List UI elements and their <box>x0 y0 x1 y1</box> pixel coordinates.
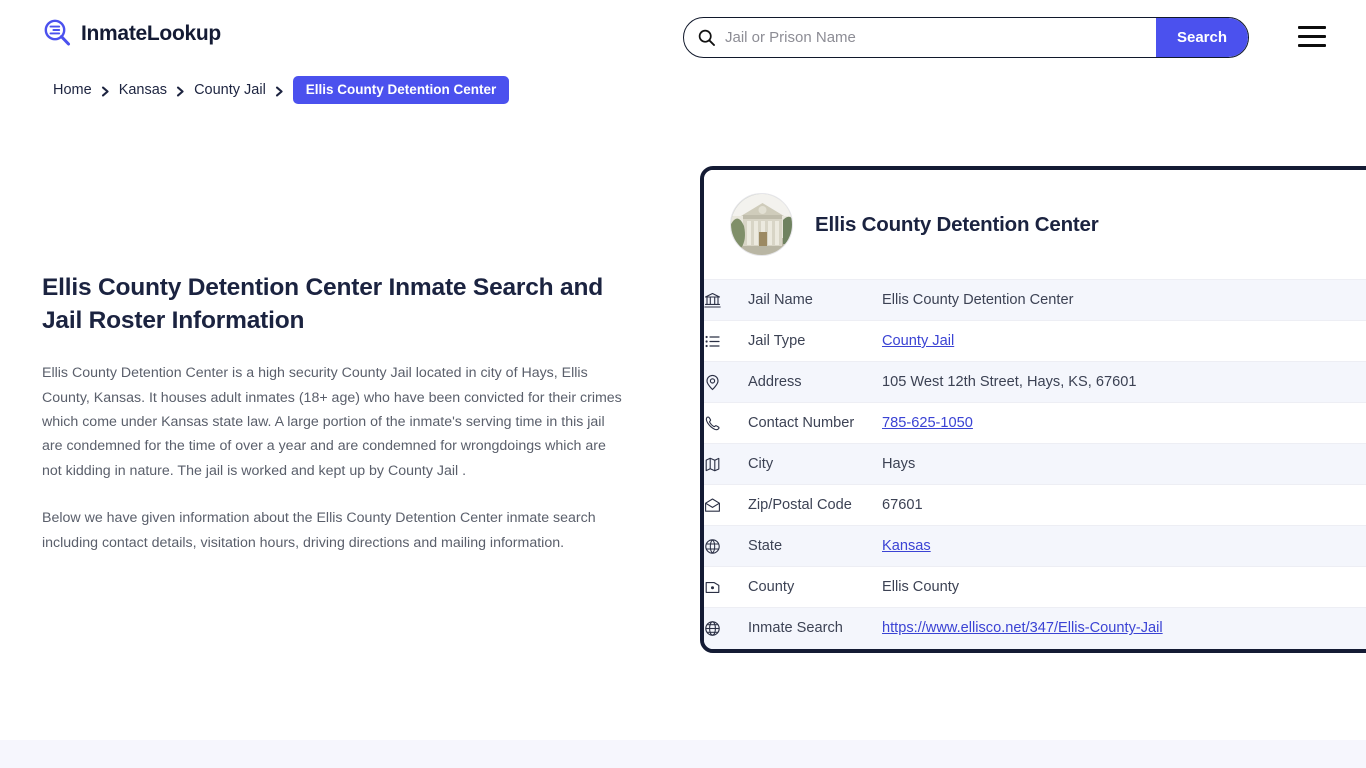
state-link[interactable]: Kansas <box>882 538 931 554</box>
row-label: County <box>748 567 882 608</box>
row-label: Contact Number <box>748 403 882 444</box>
row-label: Zip/Postal Code <box>748 485 882 526</box>
row-value: Ellis County <box>882 567 1366 608</box>
table-row: County Ellis County <box>704 567 1366 608</box>
chevron-right-icon <box>275 85 284 96</box>
bank-building-icon <box>704 280 748 321</box>
table-row: Inmate Search https://www.ellisco.net/34… <box>704 608 1366 649</box>
row-label: Jail Name <box>748 280 882 321</box>
table-row: City Hays <box>704 444 1366 485</box>
jail-details-table: Jail Name Ellis County Detention Center … <box>704 279 1366 649</box>
row-label: City <box>748 444 882 485</box>
page-title: Ellis County Detention Center Inmate Sea… <box>42 272 622 337</box>
jail-info-card: Ellis County Detention Center Jail Name … <box>700 166 1366 653</box>
footer-band <box>0 740 1366 768</box>
jail-card-title: Ellis County Detention Center <box>815 213 1099 237</box>
map-icon <box>704 444 748 485</box>
row-value: 67601 <box>882 485 1366 526</box>
breadcrumb-item-county-jail[interactable]: County Jail <box>194 82 266 98</box>
search-icon <box>698 29 715 46</box>
jail-type-link[interactable]: County Jail <box>882 333 954 349</box>
envelope-icon <box>704 485 748 526</box>
row-label: State <box>748 526 882 567</box>
courthouse-photo <box>730 193 793 256</box>
brand-name: InmateLookup <box>81 23 221 44</box>
map-pin-icon <box>704 362 748 403</box>
article-column: Ellis County Detention Center Inmate Sea… <box>42 272 632 555</box>
table-row: State Kansas <box>704 526 1366 567</box>
table-row: Zip/Postal Code 67601 <box>704 485 1366 526</box>
breadcrumb-current-page: Ellis County Detention Center <box>293 76 510 104</box>
search-bar[interactable]: Search <box>683 17 1249 58</box>
search-input[interactable] <box>725 18 1156 57</box>
chevron-right-icon <box>101 85 110 96</box>
search-button[interactable]: Search <box>1156 18 1248 57</box>
row-value: County Jail <box>882 321 1366 362</box>
intro-paragraph: Ellis County Detention Center is a high … <box>42 361 628 483</box>
contact-number-link[interactable]: 785-625-1050 <box>882 415 973 431</box>
row-value: 785-625-1050 <box>882 403 1366 444</box>
phone-icon <box>704 403 748 444</box>
list-icon <box>704 321 748 362</box>
row-value: Hays <box>882 444 1366 485</box>
table-row: Jail Type County Jail <box>704 321 1366 362</box>
magnifier-list-icon <box>42 18 72 48</box>
brand-logo[interactable]: InmateLookup <box>42 18 221 48</box>
row-value: 105 West 12th Street, Hays, KS, 67601 <box>882 362 1366 403</box>
chevron-right-icon <box>176 85 185 96</box>
inmate-search-link[interactable]: https://www.ellisco.net/347/Ellis-County… <box>882 620 1163 636</box>
row-value: https://www.ellisco.net/347/Ellis-County… <box>882 608 1366 649</box>
page-root: InmateLookup Search Home Kansas <box>0 0 1366 768</box>
summary-paragraph: Below we have given information about th… <box>42 506 628 555</box>
row-label: Jail Type <box>748 321 882 362</box>
hamburger-line <box>1298 35 1326 38</box>
jail-card-header: Ellis County Detention Center <box>704 170 1366 279</box>
row-label: Address <box>748 362 882 403</box>
hamburger-menu-icon[interactable] <box>1298 26 1326 47</box>
county-map-icon <box>704 567 748 608</box>
table-row: Jail Name Ellis County Detention Center <box>704 280 1366 321</box>
breadcrumb-item-kansas[interactable]: Kansas <box>119 82 167 98</box>
row-value: Kansas <box>882 526 1366 567</box>
breadcrumb: Home Kansas County Jail Ellis County Det… <box>53 76 509 104</box>
hamburger-line <box>1298 26 1326 29</box>
row-label: Inmate Search <box>748 608 882 649</box>
row-value: Ellis County Detention Center <box>882 280 1366 321</box>
hamburger-line <box>1298 44 1326 47</box>
table-row: Contact Number 785-625-1050 <box>704 403 1366 444</box>
site-header: InmateLookup Search <box>0 0 1366 74</box>
breadcrumb-item-home[interactable]: Home <box>53 82 92 98</box>
web-globe-icon <box>704 608 748 649</box>
globe-icon <box>704 526 748 567</box>
table-row: Address 105 West 12th Street, Hays, KS, … <box>704 362 1366 403</box>
